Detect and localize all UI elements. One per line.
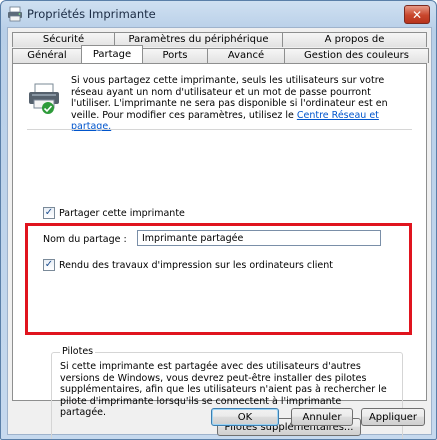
share-printer-row[interactable]: ✓ Partager cette imprimante [43, 207, 185, 219]
drivers-group: Pilotes Si cette imprimante est partagée… [51, 346, 403, 439]
tab-gestion-couleurs[interactable]: Gestion des couleurs [284, 48, 429, 63]
tab-row-bottom: Général Partage Ports Avancé Gestion des… [12, 45, 429, 63]
tab-partage[interactable]: Partage [81, 45, 143, 63]
render-jobs-row[interactable]: ✓ Rendu des travaux d'impression sur les… [43, 259, 333, 271]
printer-icon [8, 6, 22, 22]
drivers-group-title: Pilotes [60, 346, 96, 357]
dialog-client: Sécurité Paramètres du périphérique A pr… [7, 27, 432, 439]
tab-avance[interactable]: Avancé [207, 48, 285, 63]
share-name-input[interactable]: Imprimante partagée [137, 230, 381, 246]
cancel-button[interactable]: Annuler [291, 408, 353, 426]
render-jobs-checkbox[interactable]: ✓ [43, 259, 55, 271]
share-printer-checkbox[interactable]: ✓ [43, 207, 55, 219]
share-name-label: Nom du partage : [43, 234, 127, 245]
tab-a-propos[interactable]: A propos de [282, 32, 427, 47]
share-printer-label: Partager cette imprimante [59, 207, 185, 219]
tab-row-top: Sécurité Paramètres du périphérique A pr… [12, 32, 427, 47]
tab-general[interactable]: Général [12, 48, 82, 63]
close-button[interactable]: ✕ [404, 5, 430, 24]
tab-ports[interactable]: Ports [142, 48, 208, 63]
render-jobs-label: Rendu des travaux d'impression sur les o… [59, 259, 333, 271]
title-bar[interactable]: Propriétés Imprimante ✕ [1, 1, 436, 27]
shared-printer-icon [29, 83, 59, 114]
sharing-tab-panel: Si vous partagez cette imprimante, seuls… [12, 63, 427, 439]
sharing-info-text: Si vous partagez cette imprimante, seuls… [71, 75, 407, 133]
properties-window: Propriétés Imprimante ✕ Sécurité Paramèt… [0, 0, 437, 440]
apply-button[interactable]: Appliquer [361, 408, 425, 426]
top-divider [27, 129, 412, 130]
window-title: Propriétés Imprimante [27, 7, 156, 21]
ok-button[interactable]: OK [211, 408, 279, 426]
close-icon: ✕ [411, 7, 423, 22]
